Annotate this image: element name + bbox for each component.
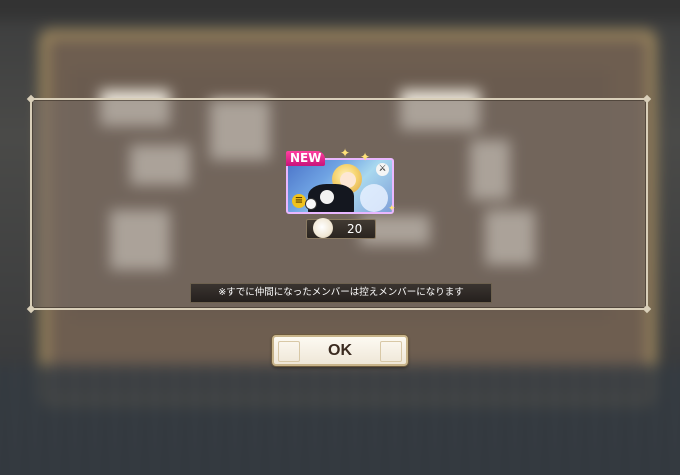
ok-button-label: OK [328,342,352,359]
sparkle-icon: ✦ [388,204,396,214]
card-art-wing [360,184,388,212]
notice-text: ※すでに仲間になったメンバーは控えメンバーになります [190,283,492,303]
sparkle-icon: ✦ [360,150,371,164]
sparkle-icon: ✦ [340,146,351,160]
button-ornament-right [380,341,402,362]
new-badge: NEW [286,151,326,166]
button-ornament-left [278,341,300,362]
character-fragment-icon [313,218,333,238]
reward-count: 20 [347,222,363,236]
class-coin-icon: ≡ [292,194,306,208]
character-card[interactable]: ≡ ⚔ [286,158,394,214]
ok-button[interactable]: OK [272,335,408,366]
element-icon [305,198,317,210]
card-art-glove [320,190,334,204]
sword-icon: ⚔ [376,163,389,176]
reward-count-plate: 20 [306,218,376,239]
